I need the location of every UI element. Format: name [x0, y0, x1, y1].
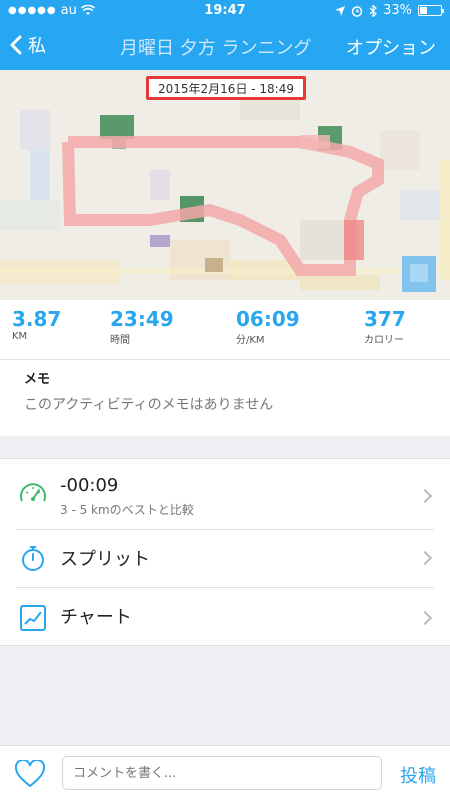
- back-button[interactable]: 私: [10, 32, 46, 58]
- options-button[interactable]: オプション: [346, 34, 436, 60]
- stat-unit: 時間: [110, 335, 130, 346]
- page-title: 月曜日 夕方 ランニング: [120, 38, 312, 59]
- chevron-right-icon: [417, 610, 433, 626]
- status-bar: ●●●●● au 19:47 33%: [0, 0, 450, 22]
- stat-value: 3.87: [12, 307, 62, 331]
- chevron-right-icon: [417, 550, 433, 566]
- stat-value: 06:09: [236, 307, 300, 331]
- activity-date-time: 2015年2月16日 - 18:49: [146, 76, 306, 100]
- stat-duration: 23:49 時間: [110, 308, 174, 346]
- stopwatch-icon: [22, 546, 44, 571]
- memo-title: メモ: [24, 372, 51, 387]
- alarm-icon: [351, 5, 363, 17]
- status-right: 33%: [335, 3, 444, 18]
- comment-bar: 投稿: [0, 745, 450, 800]
- list-item-sublabel: 3 - 5 kmのベストと比較: [60, 503, 194, 517]
- chevron-right-icon: [417, 488, 433, 504]
- memo-body: このアクティビティのメモはありません: [24, 397, 274, 413]
- detail-list: -00:09 3 - 5 kmのベストと比較 スプリット チャート: [0, 458, 450, 646]
- heart-icon[interactable]: [14, 760, 46, 788]
- chart-icon: [20, 605, 46, 631]
- stat-unit: カロリー: [364, 335, 404, 346]
- navigation-bar: 私 月曜日 夕方 ランニング オプション: [0, 26, 450, 66]
- stat-value: 377: [364, 307, 406, 331]
- list-item-chart[interactable]: チャート: [0, 587, 450, 647]
- list-item-best-comparison[interactable]: -00:09 3 - 5 kmのベストと比較: [0, 459, 450, 529]
- speedometer-icon: [20, 483, 46, 502]
- list-item-splits[interactable]: スプリット: [0, 529, 450, 587]
- list-item-label: チャート: [60, 607, 132, 628]
- battery-percent: 33%: [383, 3, 412, 18]
- location-arrow-icon: [335, 5, 346, 16]
- back-label: 私: [28, 36, 46, 57]
- route-map[interactable]: 2015年2月16日 - 18:49: [0, 70, 450, 300]
- stat-unit: 分/KM: [236, 335, 265, 346]
- bluetooth-icon: [369, 4, 377, 17]
- list-item-label: スプリット: [60, 549, 150, 570]
- post-button[interactable]: 投稿: [400, 762, 436, 788]
- top-bar: ●●●●● au 19:47 33% 私 月曜日 夕方 ランニング オプション: [0, 0, 450, 70]
- stat-value: 23:49: [110, 307, 174, 331]
- stat-calories: 377 カロリー: [364, 308, 406, 346]
- chevron-left-icon: [10, 35, 22, 55]
- activity-detail-screen: ●●●●● au 19:47 33% 私 月曜日 夕方 ランニング オプション …: [0, 0, 450, 800]
- stat-distance: 3.87 KM: [12, 308, 61, 342]
- stat-pace: 06:09 分/KM: [236, 308, 300, 346]
- stat-unit: KM: [12, 331, 28, 342]
- map-graphic: [0, 70, 450, 300]
- stats-bar: 3.87 KM 23:49 時間 06:09 分/KM 377 カロリー: [0, 300, 450, 360]
- memo-section[interactable]: メモ このアクティビティのメモはありません: [0, 360, 450, 436]
- battery-icon: [418, 5, 444, 16]
- list-item-label: -00:09: [60, 475, 119, 496]
- comment-input[interactable]: [62, 756, 382, 790]
